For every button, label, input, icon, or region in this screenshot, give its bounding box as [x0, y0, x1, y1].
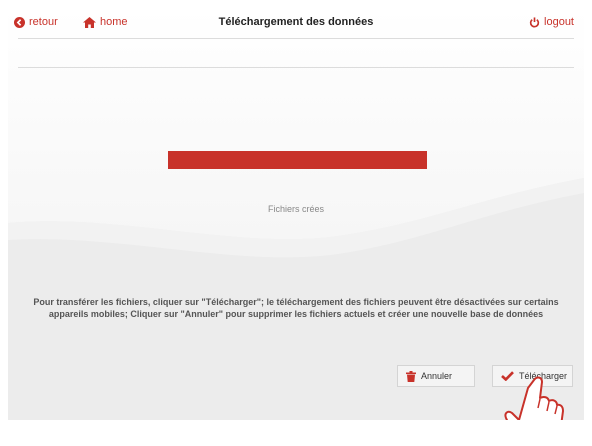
- pointing-hand-icon: 8: [504, 376, 564, 420]
- progress-bar: [168, 151, 427, 169]
- info-text: Pour transférer les fichiers, cliquer su…: [8, 296, 584, 320]
- background-wave: [8, 8, 584, 258]
- power-icon: [529, 16, 540, 28]
- annuler-label: Annuler: [421, 371, 453, 381]
- page-title: Téléchargement des données: [218, 16, 374, 28]
- info-line-1: Pour transférer les fichiers, cliquer su…: [33, 297, 559, 307]
- logout-link[interactable]: logout: [529, 16, 574, 28]
- trash-icon: [406, 370, 416, 382]
- header-bar: retour home Téléchargement des données l…: [8, 8, 584, 36]
- annuler-button[interactable]: Annuler: [397, 365, 475, 387]
- status-text: Fichiers crées: [267, 204, 324, 214]
- header-divider: [18, 38, 574, 39]
- info-line-2: appareils mobiles; Cliquer sur "Annuler"…: [48, 309, 544, 319]
- app-screen: retour home Téléchargement des données l…: [8, 8, 584, 420]
- progress-fill: [168, 151, 427, 169]
- section-divider: [18, 67, 574, 68]
- logout-label: logout: [544, 16, 574, 28]
